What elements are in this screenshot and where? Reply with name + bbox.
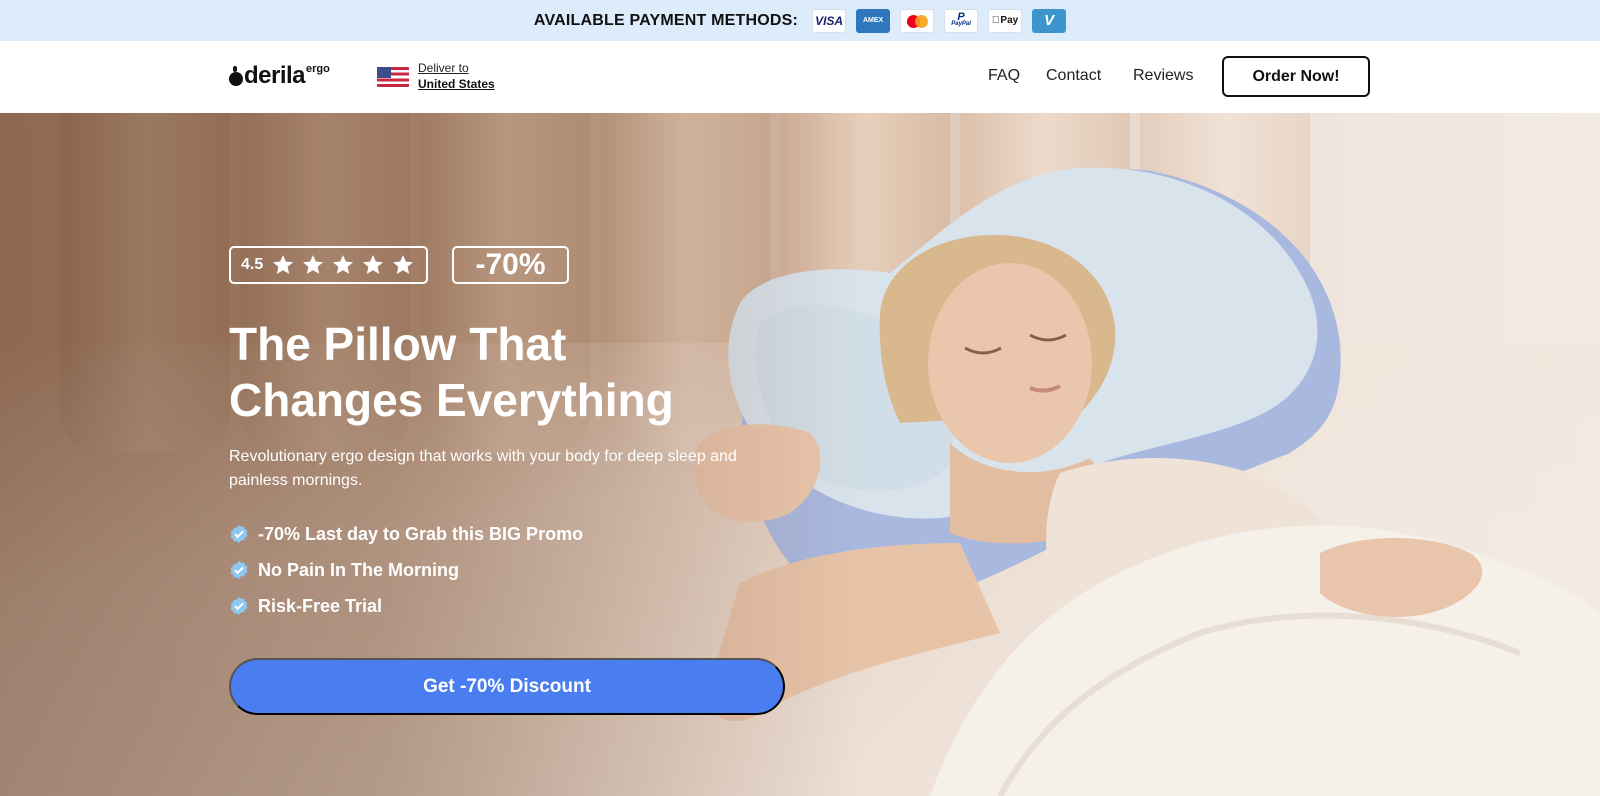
check-badge-icon (230, 561, 248, 579)
payment-methods-title: AVAILABLE PAYMENT METHODS: (533, 11, 799, 29)
hero-section: 4.5 -70% The Pillow That Changes Everyth… (0, 113, 1600, 796)
venmo-icon: V (1032, 8, 1067, 33)
get-discount-button[interactable]: Get -70% Discount (229, 658, 785, 715)
check-badge-icon (230, 597, 248, 615)
us-flag-icon (377, 66, 409, 87)
visa-icon: VISA (812, 8, 847, 33)
paypal-label: PayPal (951, 20, 971, 27)
benefit-label: No Pain In The Morning (258, 559, 459, 580)
amex-icon: AMEX (856, 8, 891, 33)
deliver-country[interactable]: United States (418, 76, 495, 92)
apple-pay-icon: Pay (988, 8, 1023, 33)
payment-methods-bar: AVAILABLE PAYMENT METHODS: VISA AMEX P P… (0, 0, 1600, 41)
rating-badge: 4.5 (229, 246, 428, 284)
benefit-list: -70% Last day to Grab this BIG Promo No … (229, 516, 583, 624)
site-header: derila ergo Deliver to United States FAQ… (0, 41, 1600, 113)
headline-line-2: Changes Everything (229, 374, 674, 426)
logo-text: derila (244, 62, 306, 89)
deliver-to-label: Deliver to (418, 61, 469, 75)
deliver-to-selector[interactable]: Deliver to United States (377, 61, 495, 92)
hero-subtext: Revolutionary ergo design that works wit… (229, 448, 737, 489)
derila-logo[interactable]: derila ergo (229, 63, 330, 89)
star-icon (303, 255, 324, 274)
check-badge-icon (230, 525, 248, 543)
logo-mark-icon (229, 66, 243, 86)
logo-superscript: ergo (306, 63, 330, 75)
headline-line-1: The Pillow That (229, 318, 567, 370)
benefit-label: -70% Last day to Grab this BIG Promo (258, 523, 584, 544)
hero-headline: The Pillow That Changes Everything (229, 316, 789, 428)
list-item: -70% Last day to Grab this BIG Promo (229, 516, 583, 552)
star-icon (393, 255, 414, 274)
paypal-icon: P PayPal (944, 8, 979, 33)
star-icon (273, 255, 294, 274)
order-now-button[interactable]: Order Now! (1222, 56, 1370, 97)
mastercard-icon (900, 8, 935, 33)
rating-value: 4.5 (241, 256, 264, 273)
list-item: Risk-Free Trial (229, 588, 583, 624)
nav-contact-link[interactable]: Contact (1046, 66, 1101, 86)
star-icon (333, 255, 354, 274)
benefit-label: Risk-Free Trial (258, 595, 383, 616)
nav-faq-link[interactable]: FAQ (988, 66, 1020, 86)
apple-pay-label: Pay (996, 15, 1018, 26)
discount-badge: -70% (452, 246, 569, 284)
list-item: No Pain In The Morning (229, 552, 583, 588)
nav-reviews-link[interactable]: Reviews (1133, 66, 1193, 86)
star-icon (363, 255, 384, 274)
